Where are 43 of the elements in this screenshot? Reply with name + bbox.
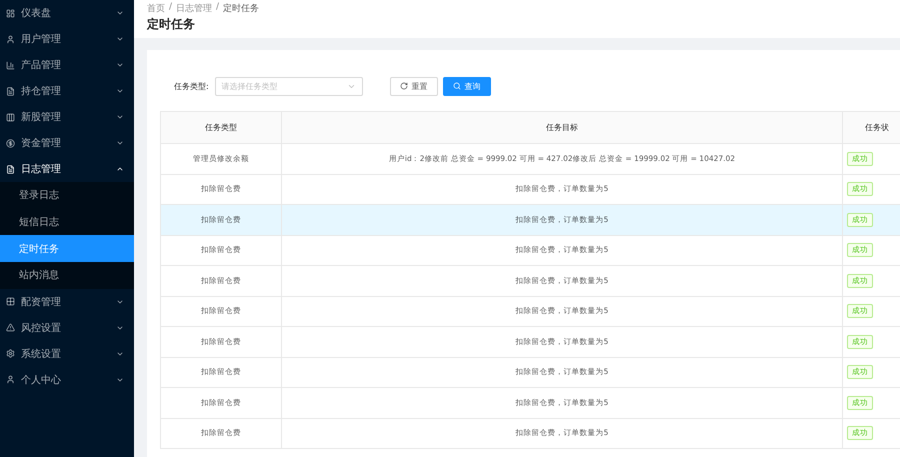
submenu-item[interactable]: 短信日志 (0, 208, 134, 236)
menu-item[interactable]: 新股管理 (0, 104, 134, 130)
chevron-icon (116, 61, 124, 69)
menu-item[interactable]: 持仓管理 (0, 78, 134, 104)
settings-icon (6, 349, 15, 358)
grid-icon (6, 297, 15, 306)
bar-chart-icon (6, 60, 15, 70)
user-icon (6, 34, 15, 44)
refresh-icon (400, 82, 408, 90)
column-header: 任务类型 (161, 112, 282, 143)
chevron-icon (116, 35, 124, 43)
warning-icon (6, 323, 15, 332)
chevron-icon (116, 87, 124, 95)
coin-icon (6, 138, 15, 148)
chevron-icon (116, 165, 124, 173)
menu-item[interactable]: 系统设置 (0, 340, 134, 367)
chevron-icon (116, 113, 124, 121)
column-header: 任务状 (843, 112, 900, 143)
dashboard-icon (6, 8, 15, 18)
document-icon (6, 86, 15, 96)
menu-item[interactable]: 日志管理 (0, 156, 134, 182)
reset-button[interactable]: 重置 (390, 76, 438, 96)
chevron-icon (116, 9, 124, 17)
filter-label: 任务类型: (174, 80, 209, 92)
columns-icon (6, 112, 15, 122)
breadcrumb-separator: / (169, 2, 172, 13)
chevron-icon (116, 139, 124, 147)
page-title: 定时任务 (147, 16, 196, 33)
menu-item[interactable]: 用户管理 (0, 26, 134, 52)
menu-item[interactable]: 仪表盘 (0, 0, 134, 26)
menu-item[interactable]: 产品管理 (0, 52, 134, 78)
breadcrumb-separator: / (216, 2, 220, 13)
column-header: 任务目标 (282, 112, 843, 143)
breadcrumb-link[interactable]: 定时任务 (223, 2, 260, 13)
menu-item[interactable]: 资金管理 (0, 130, 134, 156)
submenu-item[interactable]: 登录日志 (0, 182, 134, 209)
search-icon (452, 82, 461, 90)
menu-item[interactable]: 个人中心 (0, 366, 134, 393)
document-icon (6, 164, 15, 174)
submenu-item[interactable]: 站内消息 (0, 262, 134, 289)
user-icon (6, 375, 15, 384)
menu-item[interactable]: 配资管理 (0, 288, 134, 315)
menu-item[interactable]: 风控设置 (0, 314, 134, 341)
